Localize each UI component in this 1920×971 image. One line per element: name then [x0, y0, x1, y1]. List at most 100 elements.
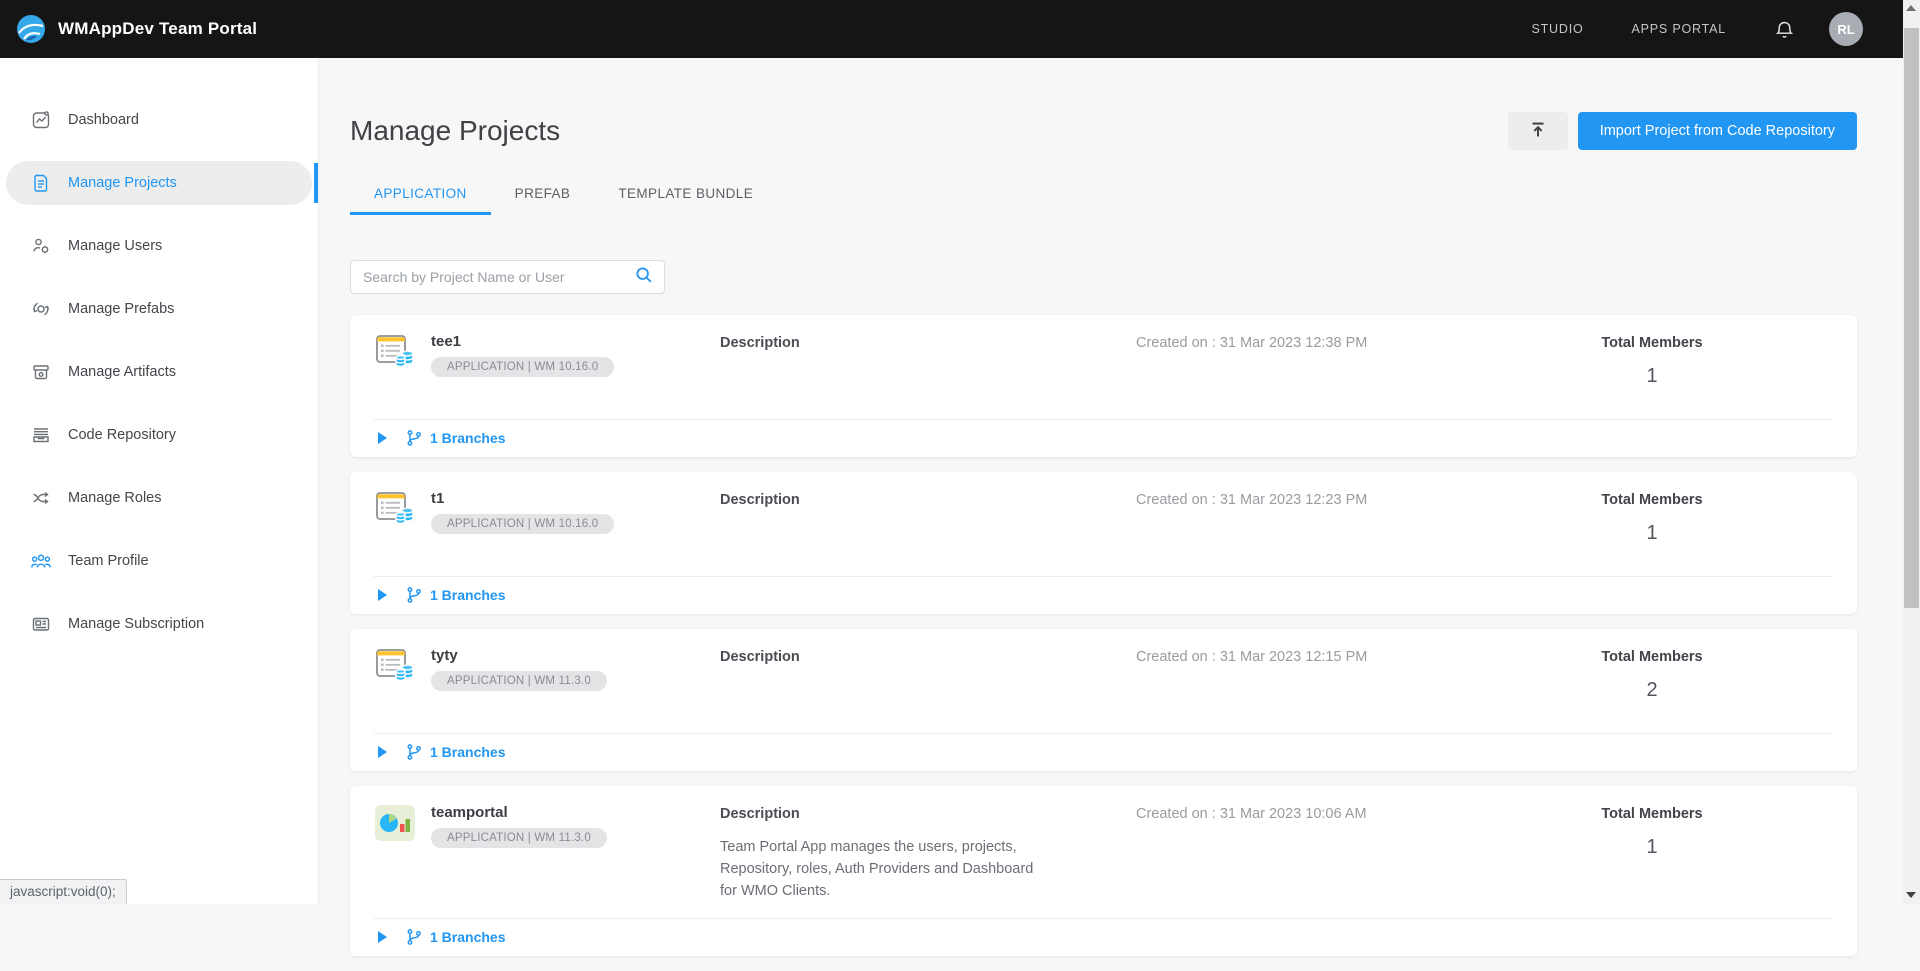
created-on-text: Created on : 31 Mar 2023 10:06 AM: [1050, 806, 1527, 902]
sidebar-item-label: Dashboard: [68, 112, 139, 128]
description-label: Description: [720, 335, 1050, 351]
total-members-label: Total Members: [1527, 335, 1777, 351]
expand-arrow-icon[interactable]: [378, 746, 387, 758]
branches-label: 1 Branches: [430, 430, 505, 446]
tab-prefab[interactable]: PREFAB: [491, 176, 595, 215]
import-project-button[interactable]: Import Project from Code Repository: [1578, 112, 1857, 150]
sidebar-item-label: Manage Prefabs: [68, 301, 174, 317]
scrollbar-thumb[interactable]: [1904, 28, 1919, 608]
sidebar-item-label: Manage Projects: [68, 175, 177, 191]
sidebar-item-label: Manage Users: [68, 238, 162, 254]
app-title: WMAppDev Team Portal: [58, 19, 257, 39]
expand-arrow-icon[interactable]: [378, 589, 387, 601]
git-branch-icon: [405, 586, 423, 604]
sidebar-item-label: Code Repository: [68, 427, 176, 443]
browser-status-bar: javascript:void(0);: [0, 879, 127, 904]
sidebar-item-manage-artifacts[interactable]: Manage Artifacts: [6, 350, 312, 394]
dashboard-icon: [30, 109, 52, 131]
teamportal-chart-icon: [374, 802, 416, 844]
git-branch-icon: [405, 928, 423, 946]
tab-template-bundle[interactable]: TEMPLATE BUNDLE: [594, 176, 777, 215]
sidebar-item-manage-users[interactable]: Manage Users: [6, 224, 312, 268]
artifacts-icon: [30, 361, 52, 383]
project-name-link[interactable]: t1: [431, 490, 614, 507]
branches-toggle[interactable]: 1 Branches: [374, 576, 1833, 614]
project-card: tyty APPLICATION | WM 11.3.0 Description…: [350, 629, 1857, 771]
sidebar-item-manage-roles[interactable]: Manage Roles: [6, 476, 312, 520]
scroll-up-arrow-icon[interactable]: [1906, 5, 1916, 11]
branches-label: 1 Branches: [430, 587, 505, 603]
sidebar-item-team-profile[interactable]: Team Profile: [6, 539, 312, 583]
project-type-badge: APPLICATION | WM 10.16.0: [431, 357, 614, 377]
sidebar-item-manage-prefabs[interactable]: Manage Prefabs: [6, 287, 312, 331]
created-on-text: Created on : 31 Mar 2023 12:23 PM: [1050, 492, 1527, 560]
search-input[interactable]: [363, 269, 634, 285]
application-window-db-icon: [374, 331, 416, 373]
sidebar-item-label: Manage Roles: [68, 490, 162, 506]
team-profile-icon: [30, 550, 52, 572]
sidebar-item-dashboard[interactable]: Dashboard: [6, 98, 312, 142]
wavemaker-logo-icon: [16, 14, 46, 44]
roles-icon: [30, 487, 52, 509]
branches-toggle[interactable]: 1 Branches: [374, 419, 1833, 457]
project-type-tabs: APPLICATION PREFAB TEMPLATE BUNDLE: [350, 176, 1857, 215]
sidebar-item-code-repository[interactable]: Code Repository: [6, 413, 312, 457]
application-window-db-icon: [374, 645, 416, 687]
project-name-link[interactable]: teamportal: [431, 804, 607, 821]
sidebar-item-label: Team Profile: [68, 553, 149, 569]
subscription-icon: [30, 613, 52, 635]
upload-icon: [1527, 119, 1549, 144]
prefabs-icon: [30, 298, 52, 320]
description-label: Description: [720, 492, 1050, 508]
project-search: [350, 260, 665, 294]
total-members-value: 2: [1527, 679, 1777, 702]
main-content: Manage Projects Import Project from Code…: [319, 58, 1903, 971]
tab-application[interactable]: APPLICATION: [350, 176, 491, 215]
browser-scrollbar[interactable]: [1903, 0, 1920, 904]
created-on-text: Created on : 31 Mar 2023 12:15 PM: [1050, 649, 1527, 717]
sidebar-item-label: Manage Artifacts: [68, 364, 176, 380]
branches-toggle[interactable]: 1 Branches: [374, 918, 1833, 956]
active-indicator: [314, 163, 318, 203]
project-name-link[interactable]: tyty: [431, 647, 607, 664]
users-icon: [30, 235, 52, 257]
git-branch-icon: [405, 429, 423, 447]
git-branch-icon: [405, 743, 423, 761]
sidebar-item-manage-projects[interactable]: Manage Projects: [6, 161, 312, 205]
project-card: t1 APPLICATION | WM 10.16.0 Description …: [350, 472, 1857, 614]
total-members-label: Total Members: [1527, 806, 1777, 822]
total-members-value: 1: [1527, 365, 1777, 388]
application-window-db-icon: [374, 488, 416, 530]
nav-apps-portal-link[interactable]: APPS PORTAL: [1632, 22, 1726, 36]
project-list: tee1 APPLICATION | WM 10.16.0 Descriptio…: [350, 315, 1857, 956]
project-name-link[interactable]: tee1: [431, 333, 614, 350]
project-type-badge: APPLICATION | WM 10.16.0: [431, 514, 614, 534]
expand-arrow-icon[interactable]: [378, 931, 387, 943]
created-on-text: Created on : 31 Mar 2023 12:38 PM: [1050, 335, 1527, 403]
branches-label: 1 Branches: [430, 929, 505, 945]
sidebar-item-label: Manage Subscription: [68, 616, 204, 632]
brand: WMAppDev Team Portal: [16, 14, 257, 44]
top-header: WMAppDev Team Portal STUDIO APPS PORTAL …: [0, 0, 1903, 58]
page-title: Manage Projects: [350, 115, 560, 147]
project-card: tee1 APPLICATION | WM 10.16.0 Descriptio…: [350, 315, 1857, 457]
search-icon[interactable]: [634, 265, 654, 290]
total-members-value: 1: [1527, 522, 1777, 545]
total-members-label: Total Members: [1527, 649, 1777, 665]
sidebar-item-manage-subscription[interactable]: Manage Subscription: [6, 602, 312, 646]
user-avatar[interactable]: RL: [1829, 12, 1863, 46]
description-text: Team Portal App manages the users, proje…: [720, 836, 1050, 902]
scroll-down-arrow-icon[interactable]: [1906, 892, 1916, 898]
project-type-badge: APPLICATION | WM 11.3.0: [431, 671, 607, 691]
branches-label: 1 Branches: [430, 744, 505, 760]
upload-project-button[interactable]: [1508, 112, 1568, 150]
sidebar-nav: Dashboard Manage Projects Manage Users: [0, 58, 319, 904]
description-label: Description: [720, 649, 1050, 665]
branches-toggle[interactable]: 1 Branches: [374, 733, 1833, 771]
description-label: Description: [720, 806, 1050, 822]
notifications-bell-icon[interactable]: [1774, 19, 1795, 40]
expand-arrow-icon[interactable]: [378, 432, 387, 444]
nav-studio-link[interactable]: STUDIO: [1531, 22, 1583, 36]
code-repository-icon: [30, 424, 52, 446]
projects-icon: [30, 172, 52, 194]
